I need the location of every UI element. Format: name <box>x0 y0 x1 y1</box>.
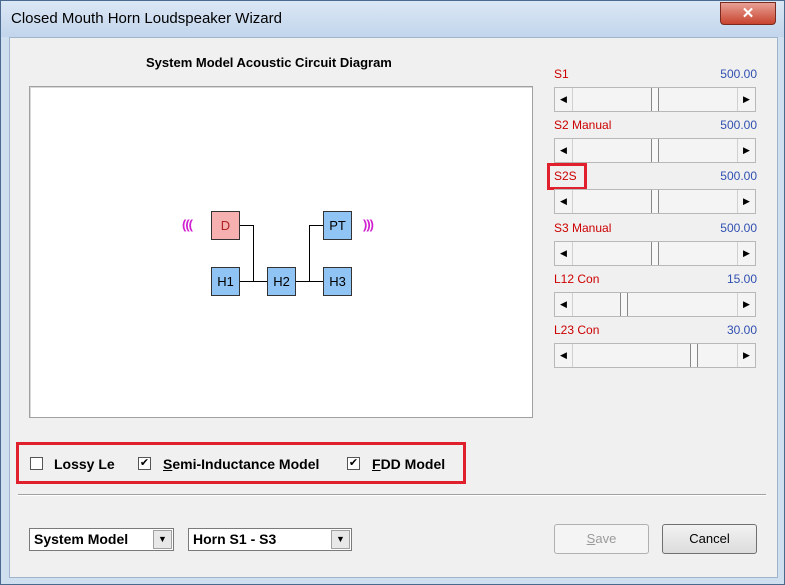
slider-s3-manual[interactable]: ◀ ▶ <box>554 241 756 266</box>
lossy-le-label[interactable]: Lossy Le <box>54 456 115 472</box>
node-pt: PT <box>323 211 352 240</box>
slider-label-s1: S1 <box>554 67 569 81</box>
slider-s2-manual[interactable]: ◀ ▶ <box>554 138 756 163</box>
semi-inductance-label-rest: emi-Inductance Model <box>172 456 320 472</box>
semi-inductance-label[interactable]: Semi-Inductance Model <box>163 456 319 472</box>
wizard-window: Closed Mouth Horn Loudspeaker Wizard ✕ S… <box>0 0 785 585</box>
horn-select-value: Horn S1 - S3 <box>193 531 277 547</box>
chevron-down-icon[interactable]: ▼ <box>153 530 172 549</box>
scroll-left-icon[interactable]: ◀ <box>555 293 573 316</box>
slider-s1[interactable]: ◀ ▶ <box>554 87 756 112</box>
node-h2: H2 <box>267 267 296 296</box>
title-bar[interactable]: Closed Mouth Horn Loudspeaker Wizard ✕ <box>1 1 784 37</box>
slider-thumb[interactable] <box>651 139 659 162</box>
diagram-title: System Model Acoustic Circuit Diagram <box>146 55 392 70</box>
semi-inductance-label-accel: S <box>163 456 173 472</box>
slider-label-l12-con: L12 Con <box>554 272 600 286</box>
scroll-right-icon[interactable]: ▶ <box>737 293 755 316</box>
slider-s2s[interactable]: ◀ ▶ <box>554 189 756 214</box>
fdd-model-label-rest: DD Model <box>380 456 446 472</box>
fdd-model-checkbox[interactable]: ✔ <box>347 457 360 470</box>
slider-label-s2-manual: S2 Manual <box>554 118 612 132</box>
cancel-button[interactable]: Cancel <box>662 524 757 554</box>
slider-value-s2-manual: 500.00 <box>720 118 757 132</box>
semi-inductance-checkbox[interactable]: ✔ <box>138 457 151 470</box>
slider-label-s2s: S2S <box>554 169 577 183</box>
model-select[interactable]: System Model ▼ <box>29 528 174 551</box>
footer-separator <box>18 494 766 496</box>
slider-value-s3-manual: 500.00 <box>720 221 757 235</box>
circuit-diagram-panel: ((( ))) D PT H1 H2 H3 <box>29 86 533 418</box>
slider-thumb[interactable] <box>651 88 659 111</box>
scroll-right-icon[interactable]: ▶ <box>737 190 755 213</box>
node-h3: H3 <box>323 267 352 296</box>
wire-d-right <box>240 225 254 226</box>
scroll-right-icon[interactable]: ▶ <box>737 88 755 111</box>
node-h1: H1 <box>211 267 240 296</box>
sound-waves-left-icon: ((( <box>182 217 193 232</box>
slider-label-s3-manual: S3 Manual <box>554 221 612 235</box>
scroll-right-icon[interactable]: ▶ <box>737 344 755 367</box>
close-button[interactable]: ✕ <box>720 2 776 25</box>
scroll-left-icon[interactable]: ◀ <box>555 344 573 367</box>
scroll-left-icon[interactable]: ◀ <box>555 242 573 265</box>
window-title: Closed Mouth Horn Loudspeaker Wizard <box>11 10 282 27</box>
save-button[interactable]: Save <box>554 524 649 554</box>
model-select-value: System Model <box>34 531 129 547</box>
slider-label-l23-con: L23 Con <box>554 323 600 337</box>
wire-pt-left <box>309 225 324 226</box>
wire-pt-vertical <box>309 225 310 282</box>
node-d: D <box>211 211 240 240</box>
slider-l23-con[interactable]: ◀ ▶ <box>554 343 756 368</box>
scroll-right-icon[interactable]: ▶ <box>737 242 755 265</box>
scroll-left-icon[interactable]: ◀ <box>555 190 573 213</box>
scroll-right-icon[interactable]: ▶ <box>737 139 755 162</box>
slider-l12-con[interactable]: ◀ ▶ <box>554 292 756 317</box>
wire-d-vertical <box>253 225 254 282</box>
slider-value-l23-con: 30.00 <box>726 323 757 337</box>
slider-thumb[interactable] <box>619 293 628 316</box>
slider-value-l12-con: 15.00 <box>726 272 757 286</box>
slider-thumb[interactable] <box>690 344 698 367</box>
slider-value-s1: 500.00 <box>720 67 757 81</box>
wire-h1-h2 <box>240 281 268 282</box>
sound-waves-right-icon: ))) <box>363 217 374 232</box>
fdd-model-label-accel: F <box>372 456 381 472</box>
slider-thumb[interactable] <box>651 242 659 265</box>
fdd-model-label[interactable]: FDD Model <box>372 456 445 472</box>
scroll-left-icon[interactable]: ◀ <box>555 139 573 162</box>
save-button-rest: ave <box>595 531 617 546</box>
lossy-le-checkbox[interactable] <box>30 457 43 470</box>
chevron-down-icon[interactable]: ▼ <box>331 530 350 549</box>
slider-thumb[interactable] <box>651 190 659 213</box>
horn-select[interactable]: Horn S1 - S3 ▼ <box>188 528 352 551</box>
slider-value-s2s: 500.00 <box>720 169 757 183</box>
scroll-left-icon[interactable]: ◀ <box>555 88 573 111</box>
